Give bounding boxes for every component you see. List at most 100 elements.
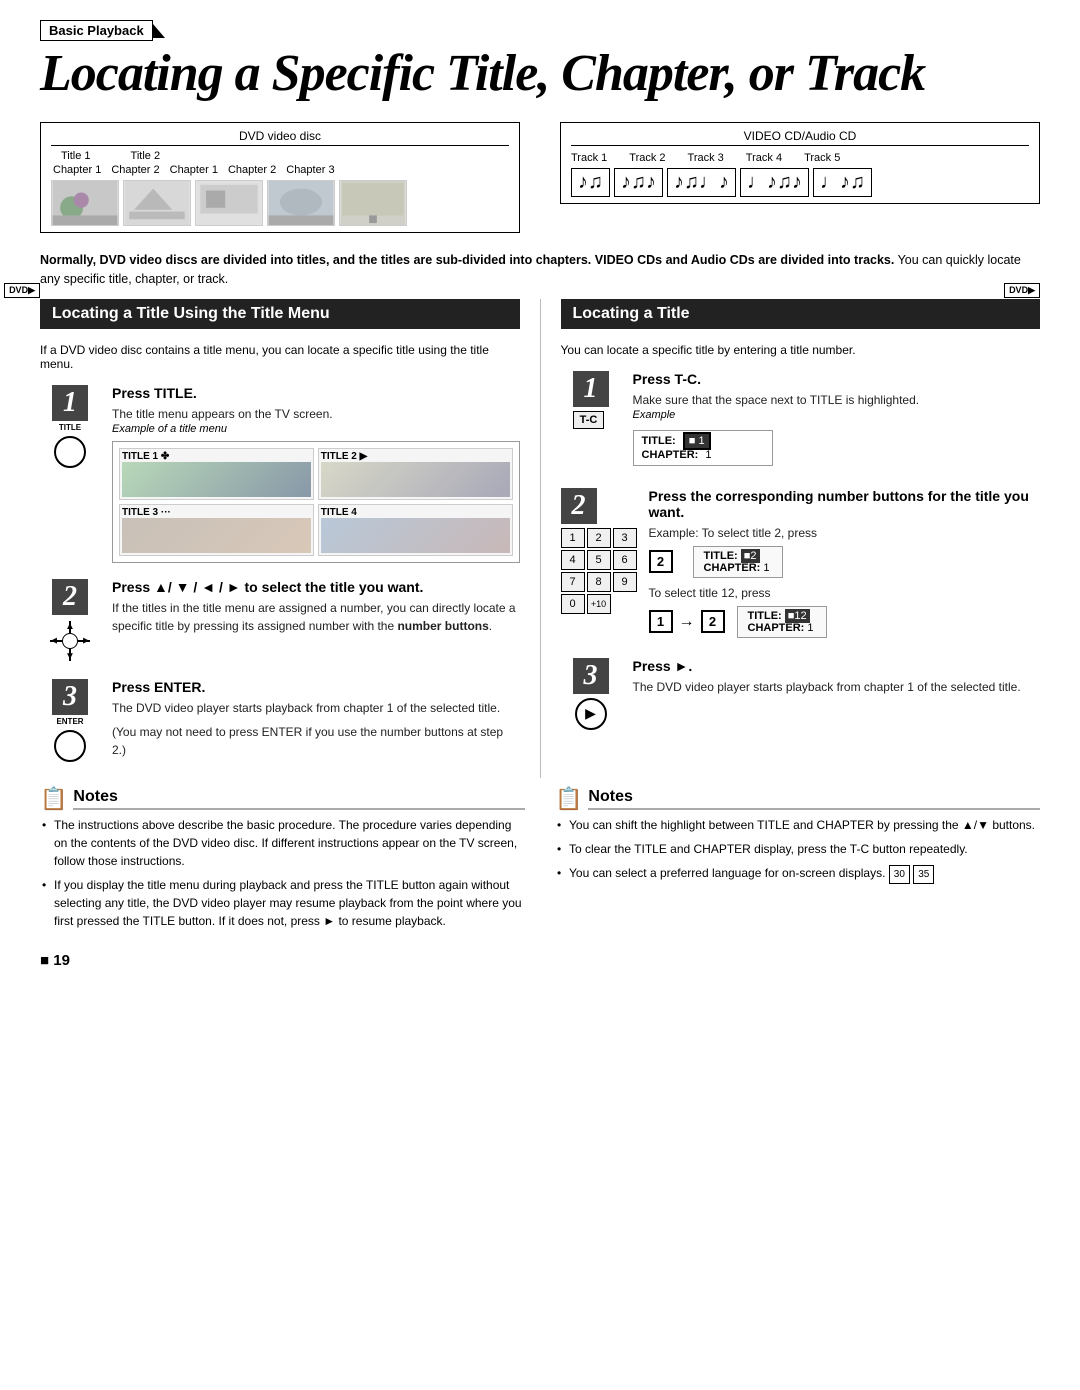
step2-num: 2	[52, 579, 88, 615]
notes-left-header: 📋 Notes	[40, 788, 525, 810]
note-left-2: If you display the title menu during pla…	[40, 876, 525, 930]
page-ref-30: 30	[889, 865, 910, 884]
press-seq-12: 1 → 2 TITLE: ■12 CHAPTER: 1	[649, 606, 1041, 638]
cd-music-icons: ♪♫ ♪♫♪ ♪♫♩♪ ♩♪♫♪ ♩♪♫	[571, 168, 1029, 197]
num-btn-4[interactable]: 4	[561, 550, 585, 570]
play-btn-icon: ▶	[575, 698, 607, 730]
right-intro: You can locate a specific title by enter…	[561, 343, 1041, 357]
note-right-1: You can shift the highlight between TITL…	[555, 816, 1040, 834]
num-btn-0[interactable]: 0	[561, 594, 585, 614]
rstep1-chapter-label: CHAPTER:	[642, 449, 699, 461]
step1-content: Press TITLE. The title menu appears on t…	[112, 385, 520, 563]
title-cell-2-label: TITLE 2 ▶	[321, 451, 510, 462]
page-title: Locating a Specific Title, Chapter, or T…	[40, 45, 1040, 102]
title-cell-3-label: TITLE 3 ···	[122, 507, 311, 518]
note-left-1: The instructions above describe the basi…	[40, 816, 525, 870]
left-section-header: Locating a Title Using the Title Menu	[40, 299, 520, 329]
dvd-thumb-1	[51, 180, 119, 226]
breadcrumb-tab-icon	[153, 24, 165, 38]
dvd-badge-right: DVD▶	[1004, 283, 1040, 298]
num-btn-2[interactable]: 2	[587, 528, 611, 548]
step3-desc2: (You may not need to press ENTER if you …	[112, 723, 520, 759]
dvd-chapter-row: Chapter 1 Chapter 2 Chapter 1 Chapter 2 …	[51, 164, 509, 176]
dvd-thumb-3	[195, 180, 263, 226]
num-btn-5[interactable]: 5	[587, 550, 611, 570]
diagram-section: DVD video disc Title 1 Title 2 Chapter 1…	[40, 122, 1040, 233]
right-section-title: Locating a Title	[573, 305, 690, 323]
title-cell-4-img	[321, 518, 510, 553]
rstep1-chapter-val: 1	[705, 449, 711, 461]
dvd-thumb-2	[123, 180, 191, 226]
rstep3-desc1: The DVD video player starts playback fro…	[633, 678, 1041, 696]
music-icon-1: ♪♫	[571, 168, 610, 197]
dvd-ch4: Chapter 2	[228, 164, 276, 176]
rstep1-title: Press T-C.	[633, 371, 1041, 387]
title-disp-2-title: TITLE: ■12	[748, 610, 816, 622]
note-right-3: You can select a preferred language for …	[555, 864, 1040, 884]
breadcrumb-text: Basic Playback	[40, 20, 153, 41]
notes-left-icon: 📋	[40, 788, 67, 810]
title-cell-3-img	[122, 518, 311, 553]
num-buttons-grid: 1 2 3 4 5 6 7 8 9 0 +10	[561, 528, 637, 614]
rstep3-title: Press ►.	[633, 658, 1041, 674]
dvd-thumb-4	[267, 180, 335, 226]
num-btn-plus10[interactable]: +10	[587, 594, 611, 614]
rstep1-chapter-row: CHAPTER: 1	[642, 449, 764, 461]
title-cell-3: TITLE 3 ···	[119, 504, 314, 556]
cd-track-row: Track 1 Track 2 Track 3 Track 4 Track 5	[571, 152, 1029, 164]
dvd-thumb-5	[339, 180, 407, 226]
step1-icon-circle	[54, 436, 86, 468]
right-section-header: Locating a Title	[561, 299, 1041, 329]
title-display-2: TITLE: ■12 CHAPTER: 1	[737, 606, 827, 638]
dvd-ch1: Chapter 1	[53, 164, 101, 176]
dvd-badge-left: DVD▶	[4, 283, 40, 298]
right-step-3: 3 ▶ Press ►. The DVD video player starts…	[561, 658, 1041, 730]
note-right-2: To clear the TITLE and CHAPTER display, …	[555, 840, 1040, 858]
cd-track1: Track 1	[571, 152, 607, 164]
key-2b: 2	[701, 610, 725, 633]
dvd-title2: Title 2	[131, 150, 161, 162]
notes-right-title: Notes	[588, 788, 1040, 810]
rstep2-desc2: To select title 12, press	[649, 584, 1041, 602]
title-cell-2: TITLE 2 ▶	[318, 448, 513, 500]
page-ref-35: 35	[913, 865, 934, 884]
title-cell-1-label: TITLE 1 ✤	[122, 451, 311, 462]
rstep1-title-label: TITLE:	[642, 435, 676, 447]
cd-diagram-label: VIDEO CD/Audio CD	[571, 129, 1029, 146]
notes-left: 📋 Notes The instructions above describe …	[40, 788, 525, 936]
left-step-2: 2 ▲ ▼ ◄ ► Press ▲/ ▼ / ◄	[40, 579, 520, 663]
intro-bold: Normally, DVD video discs are divided in…	[40, 253, 894, 267]
left-section-title: Locating a Title Using the Title Menu	[52, 305, 330, 323]
title-cell-4-label: TITLE 4	[321, 507, 510, 518]
title-disp-1-title: TITLE: ■2	[704, 550, 772, 562]
dvd-title1: Title 1	[61, 150, 91, 162]
rstep2-desc1: Example: To select title 2, press	[649, 524, 1041, 542]
num-btn-8[interactable]: 8	[587, 572, 611, 592]
title-display-1: TITLE: ■2 CHAPTER: 1	[693, 546, 783, 578]
dvd-diagram-label: DVD video disc	[51, 129, 509, 146]
step1-icon-label: TITLE	[59, 423, 81, 432]
rstep2-num: 2	[561, 488, 597, 524]
music-icon-4: ♩♪♫♪	[740, 168, 809, 197]
press-seq-2: 2 TITLE: ■2 CHAPTER: 1	[649, 546, 1041, 578]
title-cell-1: TITLE 1 ✤	[119, 448, 314, 500]
step2-content: Press ▲/ ▼ / ◄ / ► to select the title y…	[112, 579, 520, 635]
key-1: 1	[649, 610, 673, 633]
rstep3-content: Press ►. The DVD video player starts pla…	[633, 658, 1041, 696]
num-btn-7[interactable]: 7	[561, 572, 585, 592]
num-btn-1[interactable]: 1	[561, 528, 585, 548]
tc-button: T-C	[573, 411, 605, 429]
step2-title: Press ▲/ ▼ / ◄ / ► to select the title y…	[112, 579, 520, 595]
num-btn-9[interactable]: 9	[613, 572, 637, 592]
left-step-1: 1 TITLE Press TITLE. The title menu appe…	[40, 385, 520, 563]
left-intro: If a DVD video disc contains a title men…	[40, 343, 520, 371]
step3-icon-label: ENTER	[56, 717, 83, 726]
notes-right-header: 📋 Notes	[555, 788, 1040, 810]
num-btn-6[interactable]: 6	[613, 550, 637, 570]
step1-title: Press TITLE.	[112, 385, 520, 401]
num-btn-3[interactable]: 3	[613, 528, 637, 548]
notes-right-icon: 📋	[555, 788, 582, 810]
rstep1-example-box: TITLE: ■ 1 CHAPTER: 1	[633, 430, 773, 466]
music-icon-2: ♪♫♪	[614, 168, 663, 197]
step3-content: Press ENTER. The DVD video player starts…	[112, 679, 520, 759]
